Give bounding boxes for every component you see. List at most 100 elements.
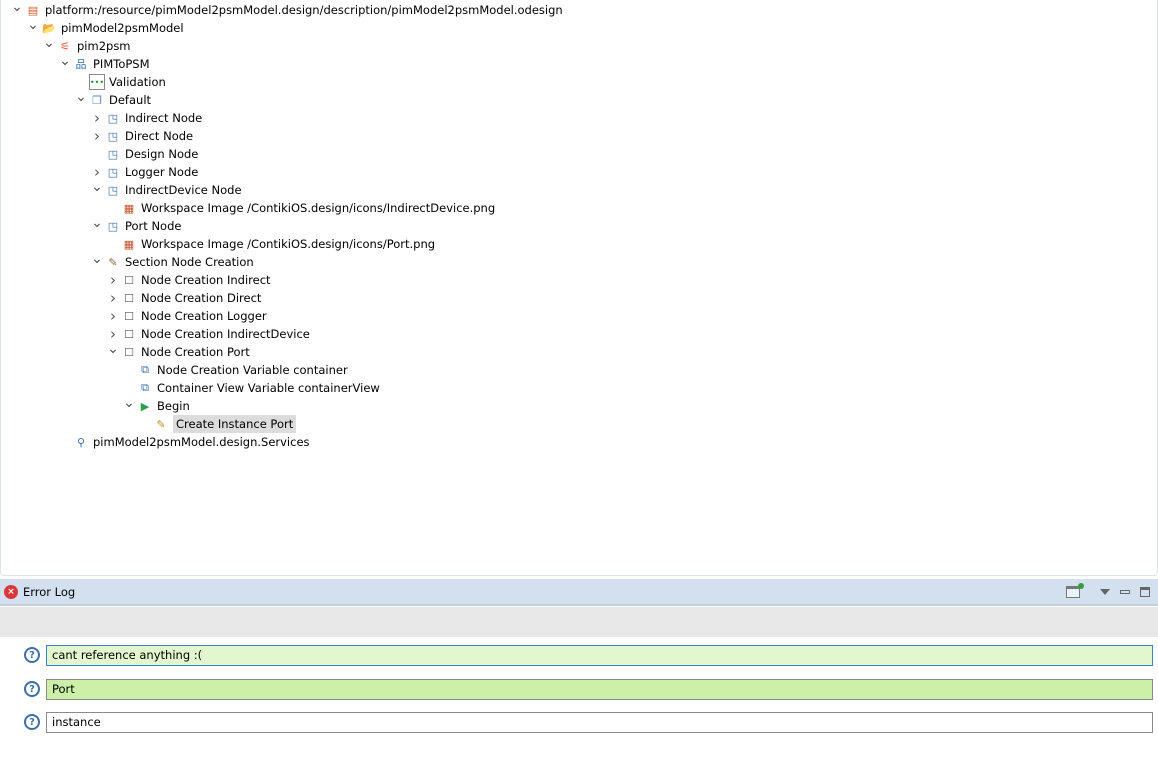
tree-item[interactable]: ⌄ ✎ Section Node Creation bbox=[89, 250, 257, 271]
tree-item[interactable]: › ☐ Node Creation IndirectDevice bbox=[105, 325, 313, 343]
tree-item[interactable]: › ◳ Indirect Node bbox=[89, 109, 205, 127]
tree-item[interactable]: ⧉ Node Creation Variable container bbox=[121, 361, 351, 379]
property-field[interactable]: cant reference anything :( bbox=[46, 645, 1153, 666]
tree-item-label: Begin bbox=[157, 399, 190, 413]
chevron-down-icon[interactable]: ⌄ bbox=[89, 178, 105, 196]
workspace-image-icon: ▦ bbox=[123, 201, 135, 215]
tree-item[interactable]: ⚲ pimModel2psmModel.design.Services bbox=[57, 433, 313, 451]
help-icon[interactable]: ? bbox=[24, 681, 40, 697]
tree-item[interactable]: ▦ Workspace Image /ContikiOS.design/icons… bbox=[105, 199, 498, 217]
maximize-icon[interactable] bbox=[1140, 586, 1150, 597]
node-creation-icon: ☐ bbox=[124, 291, 134, 305]
tree-item[interactable]: › ☐ Node Creation Direct bbox=[105, 289, 264, 307]
chevron-right-icon[interactable]: › bbox=[105, 271, 121, 289]
node-mapping-icon: ◳ bbox=[107, 165, 119, 179]
open-log-icon[interactable] bbox=[1066, 582, 1084, 598]
create-instance-icon: ✎ bbox=[156, 417, 166, 431]
tree-item-label: Direct Node bbox=[125, 129, 194, 143]
java-extension-icon: ⚲ bbox=[76, 435, 86, 449]
error-log-icon: × bbox=[4, 584, 18, 599]
layer-icon: ❐ bbox=[92, 93, 102, 107]
tree-item-label: Default bbox=[109, 93, 152, 107]
tree-item[interactable]: ⌄ ◳ Port Node bbox=[89, 214, 184, 235]
chevron-down-icon[interactable]: ⌄ bbox=[9, 0, 25, 16]
node-mapping-icon: ◳ bbox=[107, 219, 119, 233]
tree-item-label: Node Creation Direct bbox=[141, 291, 262, 305]
tree-item-label: Node Creation Port bbox=[141, 345, 250, 359]
property-field[interactable]: instance bbox=[46, 712, 1153, 733]
chevron-down-icon[interactable]: ⌄ bbox=[73, 88, 89, 106]
node-mapping-icon: ◳ bbox=[107, 129, 119, 143]
tree-item[interactable]: ◳ Design Node bbox=[89, 145, 201, 163]
chevron-down-icon[interactable]: ⌄ bbox=[25, 16, 41, 34]
tree-item[interactable]: ⌄ ▤ platform:/resource/pimModel2psmModel.d… bbox=[9, 0, 566, 19]
tree-item-label: pimModel2psmModel bbox=[61, 21, 184, 35]
tree-item-label: Node Creation Variable container bbox=[157, 363, 348, 377]
node-creation-icon: ☐ bbox=[124, 327, 134, 341]
chevron-down-icon[interactable]: ⌄ bbox=[121, 394, 137, 412]
tree-item[interactable]: ⌄ 品 PIMToPSM bbox=[57, 52, 153, 73]
node-creation-icon: ☐ bbox=[124, 345, 134, 359]
chevron-down-icon[interactable]: ⌄ bbox=[89, 250, 105, 268]
tree-item[interactable]: ▦ Workspace Image /ContikiOS.design/icons… bbox=[105, 235, 438, 253]
tree-item[interactable]: ⌄ ⚟ pim2psm bbox=[41, 34, 134, 55]
tree-item-label: Create Instance Port bbox=[173, 415, 297, 433]
tree-item[interactable]: ⌄ ☐ Node Creation Port bbox=[105, 340, 253, 361]
view-menu-icon[interactable] bbox=[1100, 588, 1110, 595]
chevron-right-icon[interactable]: › bbox=[89, 127, 105, 145]
diagram-description-icon: 品 bbox=[75, 58, 87, 71]
tree-item-label: platform:/resource/pimModel2psmModel.des… bbox=[45, 3, 563, 17]
property-row: ? instance bbox=[0, 712, 1158, 734]
tree-item[interactable]: ⌄ ❐ Default bbox=[73, 88, 154, 109]
chevron-right-icon[interactable]: › bbox=[105, 307, 121, 325]
help-icon[interactable]: ? bbox=[24, 647, 40, 663]
tree-item[interactable]: ⌄ ▶ Begin bbox=[121, 394, 193, 415]
tree-item-label: Section Node Creation bbox=[125, 255, 254, 269]
variable-icon: ⧉ bbox=[141, 363, 149, 376]
chevron-down-icon[interactable]: ⌄ bbox=[105, 340, 121, 358]
tree-item[interactable]: ⌄ ◳ IndirectDevice Node bbox=[89, 178, 245, 199]
chevron-right-icon[interactable]: › bbox=[89, 109, 105, 127]
tree-item[interactable]: › ◳ Logger Node bbox=[89, 163, 201, 181]
tree-item[interactable]: › ☐ Node Creation Logger bbox=[105, 307, 270, 325]
tree-item-label: Workspace Image /ContikiOS.design/icons/… bbox=[141, 201, 496, 215]
property-field[interactable]: Port bbox=[46, 679, 1153, 700]
chevron-down-icon[interactable]: ⌄ bbox=[41, 34, 57, 52]
error-log-tab[interactable]: Error Log bbox=[23, 585, 75, 599]
tree-item-label: pim2psm bbox=[77, 39, 131, 53]
tree-item-label: Indirect Node bbox=[125, 111, 203, 125]
tool-section-icon: ✎ bbox=[108, 255, 118, 269]
tree-item-label: Logger Node bbox=[125, 165, 199, 179]
chevron-down-icon[interactable]: ⌄ bbox=[89, 214, 105, 232]
node-creation-icon: ☐ bbox=[124, 273, 134, 287]
tree-item-label: Node Creation Indirect bbox=[141, 273, 271, 287]
property-row: ? Port bbox=[0, 679, 1158, 701]
tree-item[interactable]: ⧉ Container View Variable containerView bbox=[121, 379, 383, 397]
tree-item[interactable]: › ☐ Node Creation Indirect bbox=[105, 271, 274, 289]
validation-icon: ••• bbox=[89, 74, 105, 90]
help-icon[interactable]: ? bbox=[24, 714, 40, 730]
tree-item-label: Port Node bbox=[125, 219, 182, 233]
tree-item-label: IndirectDevice Node bbox=[125, 183, 242, 197]
property-row: ? cant reference anything :( bbox=[0, 645, 1158, 667]
tree-item-label: pimModel2psmModel.design.Services bbox=[93, 435, 310, 449]
tree-item[interactable]: › ◳ Direct Node bbox=[89, 127, 196, 145]
model-tree: ⌄ ▤ platform:/resource/pimModel2psmModel.d… bbox=[0, 0, 1158, 576]
tree-item-label: PIMToPSM bbox=[93, 57, 150, 71]
toolbar-area bbox=[0, 607, 1158, 637]
chevron-right-icon[interactable]: › bbox=[105, 289, 121, 307]
tree-item[interactable]: ✎ Create Instance Port bbox=[137, 415, 297, 433]
node-mapping-icon: ◳ bbox=[107, 147, 119, 161]
node-mapping-icon: ◳ bbox=[107, 111, 119, 125]
tree-item-label: Node Creation Logger bbox=[141, 309, 267, 323]
minimize-icon[interactable] bbox=[1120, 589, 1130, 594]
error-log-header: × Error Log bbox=[0, 579, 1158, 606]
tree-item-label: Validation bbox=[109, 75, 166, 89]
begin-icon: ▶ bbox=[140, 399, 150, 413]
chevron-down-icon[interactable]: ⌄ bbox=[57, 52, 73, 70]
